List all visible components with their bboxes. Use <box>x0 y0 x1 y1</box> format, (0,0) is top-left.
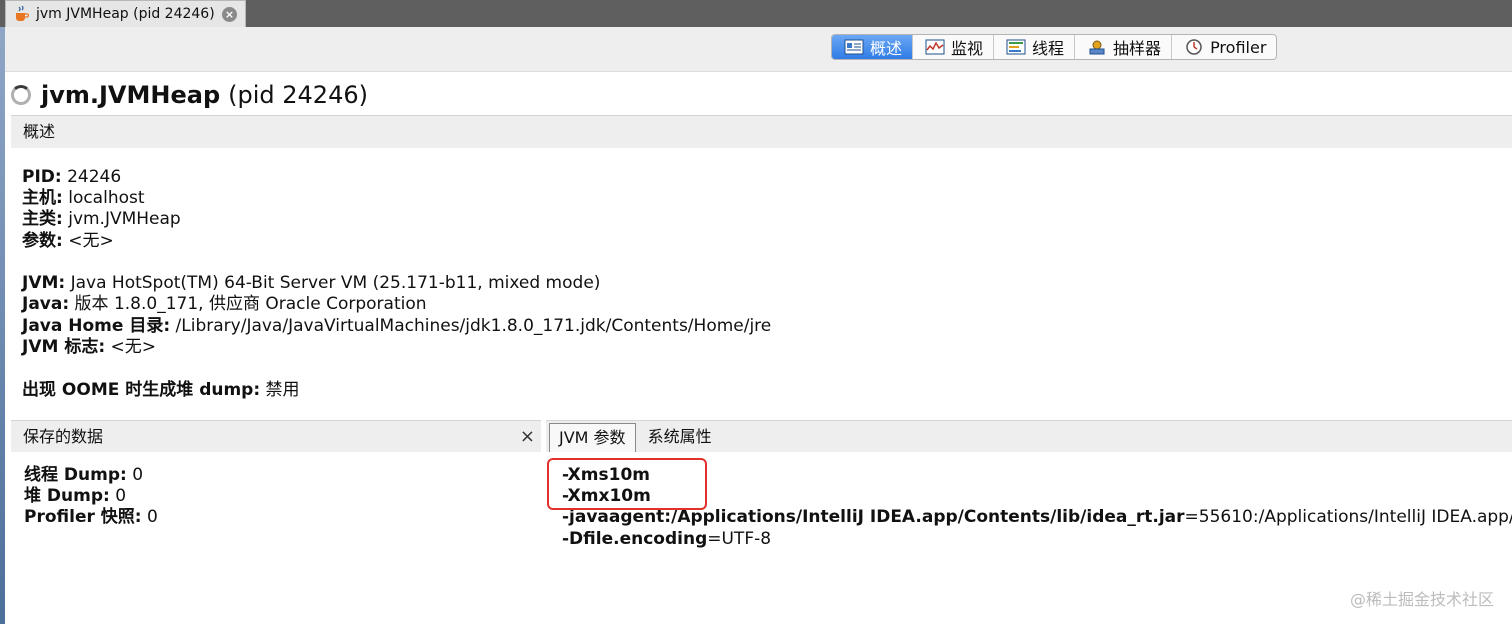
oome-dump-label: 出现 OOME 时生成堆 dump: <box>22 380 261 400</box>
sampler-icon <box>1087 39 1107 55</box>
host-value: localhost <box>62 188 145 208</box>
heap-dump-row: 堆 Dump: 0 <box>24 486 126 507</box>
toolbar: 概述 监视 线程 抽样器 Profiler <box>5 27 1512 72</box>
tab-monitor-label: 监视 <box>951 39 984 58</box>
overview-icon <box>844 39 864 55</box>
profiler-snapshot-value: 0 <box>141 507 158 527</box>
window-edge <box>0 27 5 624</box>
arg-javaagent: -javaagent:/Applications/IntelliJ IDEA.a… <box>562 507 1512 528</box>
java-home-row: Java Home 目录: /Library/Java/JavaVirtualM… <box>22 316 771 337</box>
overview-section-header: 概述 <box>11 115 1512 148</box>
heap-dump-label: 堆 Dump: <box>24 486 110 506</box>
thread-dump-row: 线程 Dump: 0 <box>24 465 143 486</box>
tab-profiler[interactable]: Profiler <box>1172 35 1276 59</box>
profiler-snapshot-row: Profiler 快照: 0 <box>24 507 158 528</box>
arg-file-encoding-value: =UTF-8 <box>707 529 772 549</box>
page-title-main: jvm.JVMHeap <box>41 81 221 109</box>
tab-system-properties[interactable]: 系统属性 <box>639 423 721 452</box>
loading-spinner-icon <box>11 85 31 105</box>
watermark: @稀土掘金技术社区 <box>1349 590 1494 609</box>
java-value: 版本 1.8.0_171, 供应商 Oracle Corporation <box>69 294 427 314</box>
main-class-label: 主类: <box>22 209 63 229</box>
arguments-label: 参数: <box>22 231 63 251</box>
tab-profiler-label: Profiler <box>1210 37 1267 57</box>
thread-dump-label: 线程 Dump: <box>24 465 127 485</box>
tab-sampler[interactable]: 抽样器 <box>1075 35 1173 59</box>
view-switcher: 概述 监视 线程 抽样器 Profiler <box>831 34 1278 60</box>
arg-file-encoding-key: -Dfile.encoding <box>562 529 708 549</box>
tab-threads-label: 线程 <box>1032 39 1065 58</box>
jvm-label: JVM: <box>22 273 66 293</box>
thread-dump-value: 0 <box>126 465 144 485</box>
tab-overview-label: 概述 <box>870 39 903 58</box>
document-tab[interactable]: jvm JVMHeap (pid 24246) × <box>5 0 246 27</box>
arg-file-encoding: -Dfile.encoding=UTF-8 <box>562 529 771 550</box>
pid-row: PID: 24246 <box>22 167 121 188</box>
pid-label: PID: <box>22 167 62 187</box>
jvm-flags-row: JVM 标志: <无> <box>22 337 156 358</box>
oome-dump-value: 禁用 <box>260 380 300 400</box>
jvm-value: Java HotSpot(TM) 64-Bit Server VM (25.17… <box>65 273 601 293</box>
tab-monitor[interactable]: 监视 <box>913 35 995 59</box>
profiler-icon <box>1184 39 1204 55</box>
profiler-snapshot-label: Profiler 快照: <box>24 507 142 527</box>
arguments-value: <无> <box>62 231 114 251</box>
host-row: 主机: localhost <box>22 188 145 209</box>
tab-jvm-arguments[interactable]: JVM 参数 <box>549 423 636 452</box>
page-title-pid: (pid 24246) <box>228 81 368 109</box>
java-home-value: /Library/Java/JavaVirtualMachines/jdk1.8… <box>170 316 772 336</box>
monitor-icon <box>925 39 945 55</box>
heap-args-highlight <box>547 458 707 510</box>
jvm-args-tabbar: JVM 参数 系统属性 <box>546 420 1512 452</box>
java-coffee-icon <box>12 5 30 23</box>
page-title: jvm.JVMHeap (pid 24246) <box>11 80 368 110</box>
java-home-label: Java Home 目录: <box>22 316 171 336</box>
document-tab-strip: jvm JVMHeap (pid 24246) × <box>0 0 1512 27</box>
saved-data-title: 保存的数据 <box>23 427 104 446</box>
main-class-value: jvm.JVMHeap <box>62 209 181 229</box>
jvm-flags-value: <无> <box>105 337 157 357</box>
close-tab-icon[interactable]: × <box>222 7 237 22</box>
jvm-row: JVM: Java HotSpot(TM) 64-Bit Server VM (… <box>22 273 600 294</box>
java-label: Java: <box>22 294 70 314</box>
threads-icon <box>1006 39 1026 55</box>
host-label: 主机: <box>22 188 63 208</box>
pid-value: 24246 <box>61 167 122 187</box>
tab-overview[interactable]: 概述 <box>832 35 914 59</box>
saved-data-header: 保存的数据 × <box>11 420 541 452</box>
document-tab-label: jvm JVMHeap (pid 24246) <box>36 6 215 22</box>
arguments-row: 参数: <无> <box>22 231 114 252</box>
heap-dump-value: 0 <box>109 486 127 506</box>
arg-javaagent-key: -javaagent:/Applications/IntelliJ IDEA.a… <box>562 507 1185 527</box>
oome-dump-row: 出现 OOME 时生成堆 dump: 禁用 <box>22 380 300 401</box>
jvm-flags-label: JVM 标志: <box>22 337 106 357</box>
main-class-row: 主类: jvm.JVMHeap <box>22 209 181 230</box>
arg-javaagent-value: =55610:/Applications/IntelliJ IDEA.app/C <box>1184 507 1512 527</box>
close-saved-data-icon[interactable]: × <box>520 421 535 452</box>
tab-threads[interactable]: 线程 <box>994 35 1076 59</box>
java-row: Java: 版本 1.8.0_171, 供应商 Oracle Corporati… <box>22 294 427 315</box>
tab-sampler-label: 抽样器 <box>1113 39 1162 58</box>
